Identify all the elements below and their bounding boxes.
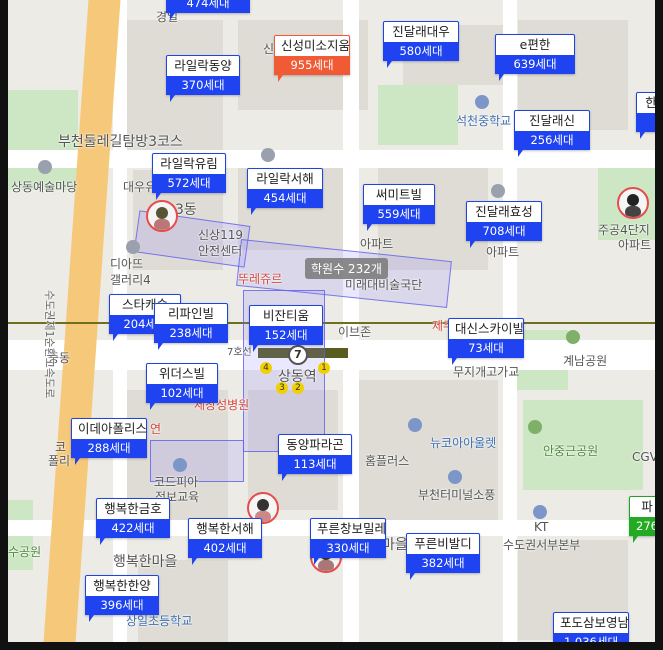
complex-marker[interactable]: 진달래효성 708세대 <box>466 201 542 248</box>
complex-marker[interactable]: 행복한서해 402세대 <box>188 518 262 565</box>
agent-avatar[interactable] <box>617 187 649 219</box>
complex-marker[interactable]: 행복한한양 396세대 <box>85 575 159 622</box>
label-gyenam-park: 계남공원 <box>563 354 608 368</box>
label-tuley: 뚜레쥬르 <box>238 272 283 286</box>
poi-icon[interactable] <box>173 458 187 472</box>
complex-marker[interactable]: 474세대 <box>166 0 250 20</box>
complex-marker[interactable]: 대신스카이빌 73세대 <box>448 318 524 365</box>
bus-terminal-icon[interactable] <box>448 470 462 484</box>
label-ditto: 디아뜨 <box>110 257 144 271</box>
label-bucheon-terminal: 부천터미널소풍 <box>418 488 496 502</box>
label-sinsang: 신상119 <box>198 228 243 242</box>
agent-avatar[interactable] <box>146 200 178 232</box>
complex-marker[interactable]: 써미트빌 559세대 <box>363 184 435 231</box>
complex-marker[interactable]: 포도삼보영남 1,036세대 <box>553 612 629 642</box>
complex-marker[interactable]: 비잔티움 152세대 <box>249 305 323 352</box>
exit-icon-1[interactable]: 1 <box>318 362 330 374</box>
line7-icon[interactable]: 7 <box>288 345 308 365</box>
complex-marker[interactable]: 라일락서해 454세대 <box>247 168 323 215</box>
label-haengbok-village: 행복한마을 <box>113 554 178 570</box>
poi-icon[interactable] <box>126 240 140 254</box>
label-kt: KT <box>534 520 549 534</box>
park-icon[interactable] <box>566 330 580 344</box>
shopping-icon[interactable] <box>408 418 422 432</box>
label-sudogwon: 수도권서부본부 <box>503 538 581 552</box>
label-seokcheon-school: 석천중학교 <box>456 114 512 128</box>
school-icon[interactable] <box>475 95 489 109</box>
poi-icon[interactable] <box>261 148 275 162</box>
exit-icon-2[interactable]: 2 <box>292 382 304 394</box>
complex-marker[interactable]: 리파인빌 238세대 <box>154 303 228 350</box>
complex-marker-green[interactable]: 파 276 <box>629 496 655 543</box>
label-expressway: 수도권제1순환고속도로 <box>43 290 56 399</box>
complex-marker[interactable]: 이데아폴리스 288세대 <box>71 418 147 465</box>
complex-marker[interactable]: 라일락동양 370세대 <box>166 55 240 102</box>
complex-marker[interactable]: 동양파라곤 113세대 <box>278 434 352 481</box>
exit-icon-3[interactable]: 3 <box>276 382 288 394</box>
label-safety-center: 안전센터 <box>198 244 243 258</box>
exit-icon-4[interactable]: 4 <box>260 362 272 374</box>
complex-marker[interactable]: e편한 639세대 <box>495 34 575 81</box>
label-newcore: 뉴코아아울렛 <box>430 436 497 450</box>
complex-marker[interactable]: 위더스빌 102세대 <box>146 363 218 410</box>
park-icon[interactable] <box>528 420 542 434</box>
park-area <box>378 85 458 145</box>
label-apt-1: 아파트 <box>360 237 394 251</box>
poi-icon[interactable] <box>491 184 505 198</box>
label-apt-2: 아파트 <box>486 245 520 259</box>
label-dong3: 3동 <box>175 202 197 218</box>
academy-count-badge[interactable]: 학원수 232개 <box>305 258 388 279</box>
label-sugong: 수공원 <box>8 545 42 559</box>
label-sangdong-art: 상동예술마당 <box>11 180 78 194</box>
label-jugong-apt: 아파트 <box>618 238 652 252</box>
label-gallery: 갤러리4 <box>110 273 151 287</box>
label-cgv: CGV <box>632 450 655 464</box>
label-yeon: 연 <box>150 422 162 436</box>
complex-marker[interactable]: 한 <box>636 92 655 139</box>
complex-marker[interactable]: 진달래대우 580세대 <box>383 21 459 68</box>
label-line7: 7호선 <box>227 347 252 358</box>
label-murinae: 무지개고가교 <box>453 365 520 379</box>
complex-marker[interactable]: 행복한금호 422세대 <box>96 498 170 545</box>
label-ancheon-park: 안중근공원 <box>543 444 599 458</box>
label-poli: 폴리 <box>48 454 71 468</box>
complex-marker[interactable]: 진달래신 256세대 <box>514 110 590 157</box>
complex-marker[interactable]: 라일락유림 572세대 <box>152 153 226 200</box>
map-canvas[interactable]: 경일 부천둘레길탐방3코스 상동예술마당 대우유 3동 신상119 안전센터 디… <box>8 0 655 642</box>
complex-marker[interactable]: 푸른창보밀레 330세대 <box>310 518 386 565</box>
subway-line-7 <box>8 322 655 324</box>
office-icon[interactable] <box>533 505 547 519</box>
label-ibton: 이브존 <box>338 325 372 339</box>
complex-marker-highlighted[interactable]: 신성미소지움 955세대 <box>274 35 350 82</box>
label-homeplus: 홈플러스 <box>365 454 410 468</box>
complex-marker[interactable]: 푸른비발디 382세대 <box>406 533 480 580</box>
poi-icon[interactable] <box>38 160 52 174</box>
label-bucheon-trail: 부천둘레길탐방3코스 <box>58 134 183 150</box>
